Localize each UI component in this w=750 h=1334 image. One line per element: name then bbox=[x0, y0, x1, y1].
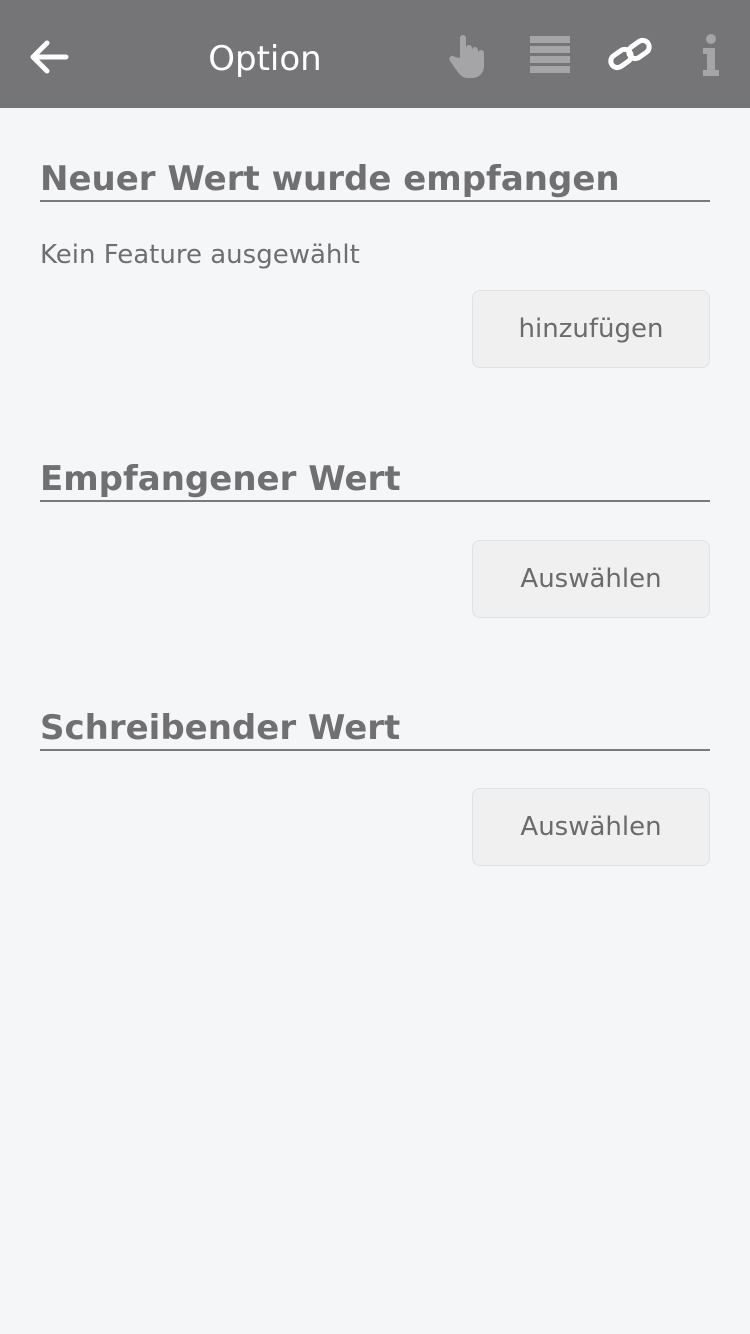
link-button[interactable] bbox=[606, 30, 654, 80]
select-received-value-button[interactable]: Auswählen bbox=[472, 540, 710, 618]
add-button[interactable]: hinzufügen bbox=[472, 290, 710, 368]
section-heading: Schreibender Wert bbox=[40, 707, 710, 751]
touch-button[interactable] bbox=[445, 30, 493, 80]
section-heading: Neuer Wert wurde empfangen bbox=[40, 158, 710, 202]
hand-pointer-icon bbox=[445, 30, 493, 80]
section-new-value-received: Neuer Wert wurde empfangen Kein Feature … bbox=[40, 158, 710, 368]
section-received-value: Empfangener Wert Auswählen bbox=[40, 458, 710, 618]
select-writing-value-button[interactable]: Auswählen bbox=[472, 788, 710, 866]
feature-status-text: Kein Feature ausgewählt bbox=[40, 240, 360, 270]
section-writing-value: Schreibender Wert Auswählen bbox=[40, 707, 710, 866]
link-icon bbox=[606, 30, 654, 80]
section-heading: Empfangener Wert bbox=[40, 458, 710, 502]
back-button[interactable] bbox=[26, 34, 72, 80]
list-icon bbox=[526, 30, 574, 80]
arrow-left-icon bbox=[26, 40, 72, 84]
list-button[interactable] bbox=[526, 30, 574, 80]
info-button[interactable] bbox=[686, 30, 734, 80]
info-icon bbox=[686, 30, 734, 80]
top-app-bar: Option bbox=[0, 0, 750, 108]
page-title: Option bbox=[208, 39, 322, 79]
